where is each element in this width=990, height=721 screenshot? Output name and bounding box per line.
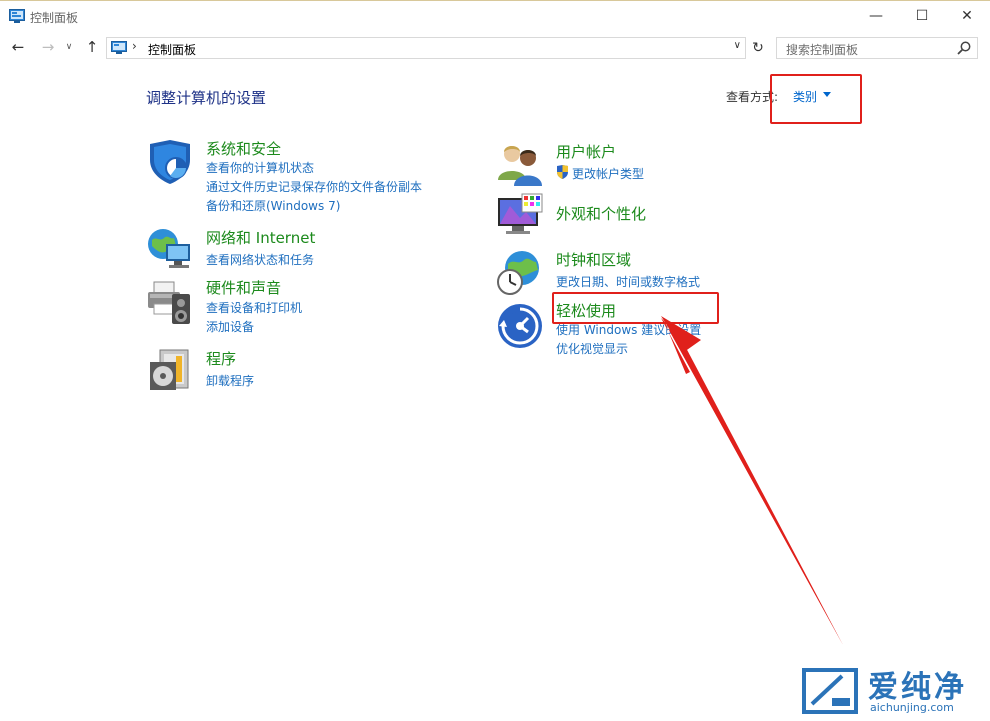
address-bar[interactable]: › 控制面板 ∨ xyxy=(106,37,746,59)
breadcrumb-chevron-icon[interactable]: › xyxy=(132,39,137,53)
link-uninstall-program[interactable]: 卸载程序 xyxy=(206,372,254,389)
address-dropdown-icon[interactable]: ∨ xyxy=(734,40,741,51)
link-backup-restore[interactable]: 备份和还原(Windows 7) xyxy=(206,197,340,214)
link-add-device[interactable]: 添加设备 xyxy=(206,318,254,335)
search-placeholder: 搜索控制面板 xyxy=(786,43,859,57)
printer-speaker-icon[interactable] xyxy=(146,278,194,326)
programs-disc-icon[interactable] xyxy=(146,346,194,394)
category-clock-region[interactable]: 时钟和区域 xyxy=(556,249,631,270)
monitor-palette-icon[interactable] xyxy=(496,192,544,240)
page-title: 调整计算机的设置 xyxy=(146,89,267,107)
watermark-text: 爱纯净 xyxy=(868,670,967,705)
ease-of-access-icon[interactable] xyxy=(496,302,544,350)
minimize-button[interactable]: — xyxy=(853,2,899,30)
recent-locations-chevron-icon[interactable]: ∨ xyxy=(62,37,76,57)
link-view-computer-status[interactable]: 查看你的计算机状态 xyxy=(206,159,314,176)
link-file-history-backup[interactable]: 通过文件历史记录保存你的文件备份副本 xyxy=(206,178,422,195)
control-panel-icon xyxy=(9,9,25,23)
window-title: 控制面板 xyxy=(30,11,79,25)
back-arrow-icon[interactable]: ← xyxy=(8,37,28,57)
up-arrow-icon[interactable]: ↑ xyxy=(82,37,102,57)
users-icon[interactable] xyxy=(496,140,544,188)
clock-globe-icon[interactable] xyxy=(496,248,544,296)
network-globe-icon[interactable] xyxy=(146,226,194,274)
link-devices-printers[interactable]: 查看设备和打印机 xyxy=(206,299,302,316)
control-panel-icon xyxy=(111,41,127,54)
search-input[interactable]: 搜索控制面板 xyxy=(776,37,978,59)
annotation-box-view-by xyxy=(770,74,862,124)
close-button[interactable]: ✕ xyxy=(944,2,990,30)
category-hardware-sound[interactable]: 硬件和声音 xyxy=(206,277,281,298)
category-appearance-personalization[interactable]: 外观和个性化 xyxy=(556,203,646,224)
security-shield-icon[interactable] xyxy=(146,138,194,186)
navigation-bar: ← → ∨ ↑ › 控制面板 ∨ ↻ 搜索控制面板 xyxy=(0,31,990,65)
link-change-account-type[interactable]: 更改帐户类型 xyxy=(572,165,644,182)
category-network-internet[interactable]: 网络和 Internet xyxy=(206,227,315,248)
maximize-button[interactable]: ☐ xyxy=(899,2,945,30)
category-programs[interactable]: 程序 xyxy=(206,348,236,369)
link-network-status[interactable]: 查看网络状态和任务 xyxy=(206,251,314,268)
annotation-box-ease-of-access xyxy=(552,292,719,324)
title-bar: 控制面板 — ☐ ✕ xyxy=(0,0,990,32)
watermark-url: aichunjing.com xyxy=(870,701,954,714)
forward-arrow-icon[interactable]: → xyxy=(38,37,58,57)
category-user-accounts[interactable]: 用户帐户 xyxy=(556,141,616,162)
category-system-security[interactable]: 系统和安全 xyxy=(206,138,281,159)
breadcrumb-control-panel[interactable]: 控制面板 xyxy=(148,41,196,58)
link-optimize-visual-display[interactable]: 优化视觉显示 xyxy=(556,340,628,357)
link-change-date-time-format[interactable]: 更改日期、时间或数字格式 xyxy=(556,273,700,290)
refresh-icon[interactable]: ↻ xyxy=(748,37,768,59)
watermark-logo xyxy=(802,668,858,714)
search-icon[interactable] xyxy=(956,40,972,56)
uac-shield-icon xyxy=(557,165,568,179)
